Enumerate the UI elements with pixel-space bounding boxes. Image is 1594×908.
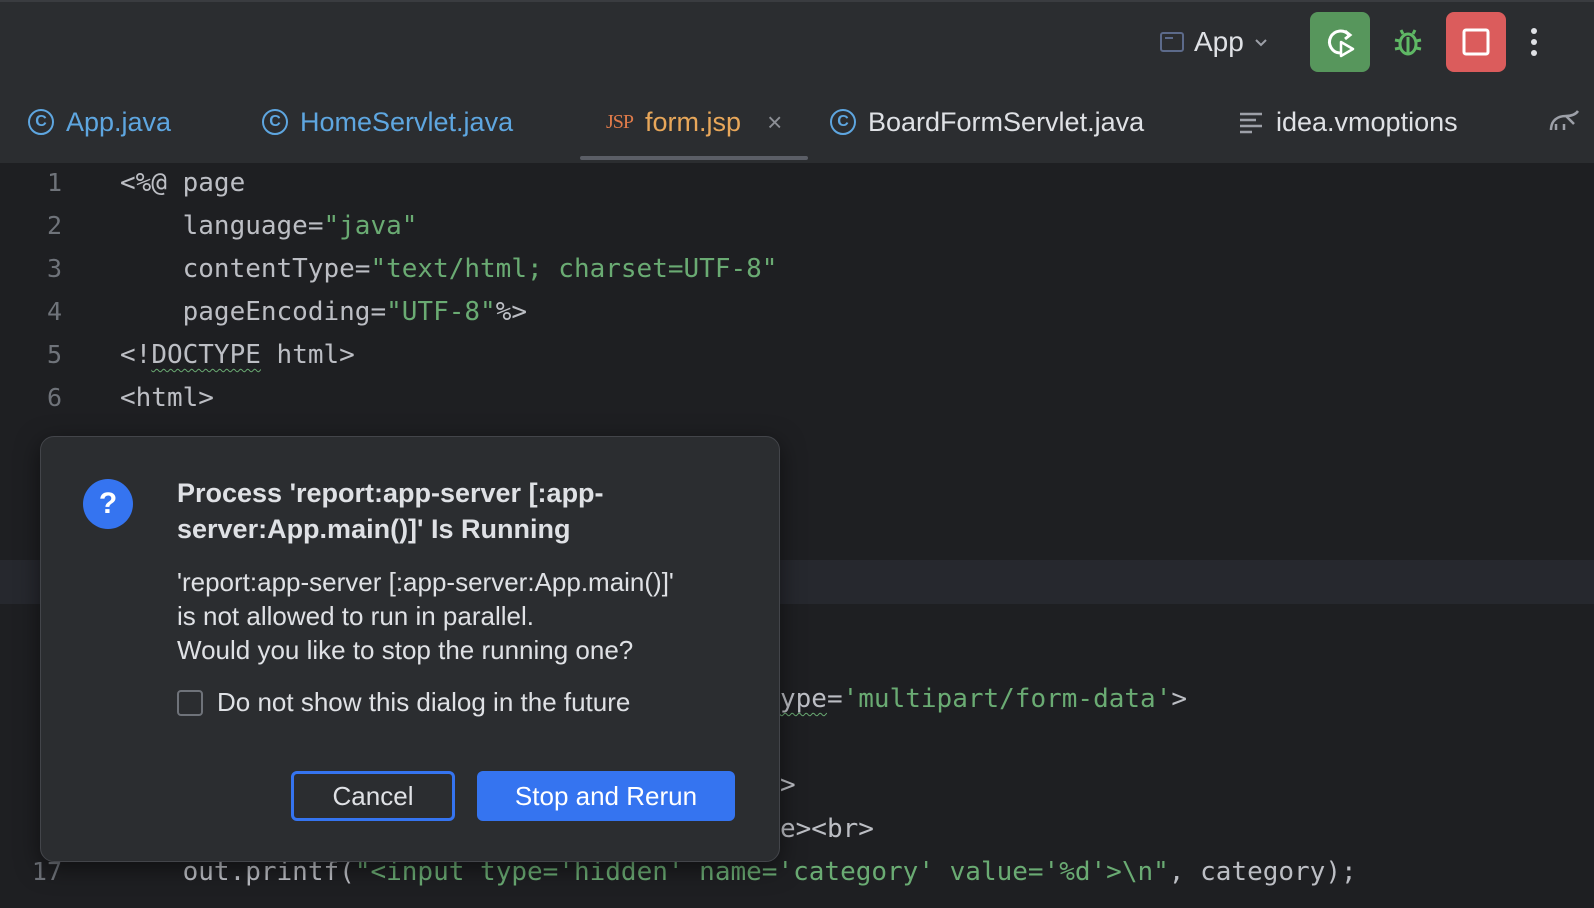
active-tab-indicator — [580, 156, 808, 160]
line-number: 6 — [46, 383, 62, 412]
class-icon: C — [830, 109, 856, 135]
rerun-icon — [1328, 29, 1355, 58]
code-line: contentType="text/html; charset=UTF-8" — [120, 254, 778, 284]
tab-label: HomeServlet.java — [300, 106, 514, 137]
code-line: <%@ page — [120, 168, 246, 198]
checkbox-label: Do not show this dialog in the future — [217, 687, 631, 717]
code-line: pageEncoding="UTF-8"%> — [120, 297, 527, 327]
line-number: 4 — [46, 297, 62, 326]
stop-button[interactable] — [1446, 12, 1506, 72]
code-line-partial: > — [780, 770, 796, 800]
code-line-partial: ype='multipart/form-data'> — [780, 684, 1188, 714]
editor-tab-bar: C App.java C HomeServlet.java JSP form.j… — [0, 80, 1594, 164]
line-number: 5 — [46, 340, 62, 369]
dialog-message-line: 'report:app-server [:app-server:App.main… — [177, 567, 674, 597]
more-options-button[interactable] — [1514, 12, 1554, 72]
class-icon: C — [262, 109, 288, 135]
rerun-button[interactable] — [1310, 12, 1370, 72]
class-icon: C — [28, 109, 54, 135]
code-line-partial: e><br> — [780, 814, 874, 844]
line-number: 3 — [46, 254, 62, 283]
run-config-selector[interactable]: App — [1160, 24, 1268, 60]
checkbox-box[interactable] — [177, 689, 203, 716]
jsp-icon: JSP — [606, 110, 634, 133]
do-not-show-checkbox[interactable]: Do not show this dialog in the future — [177, 687, 630, 718]
code-line: language="java" — [120, 211, 418, 241]
tab-label: form.jsp — [645, 106, 742, 137]
stop-and-rerun-button[interactable]: Stop and Rerun — [477, 771, 735, 821]
debug-bug-icon — [1394, 29, 1422, 56]
chevron-down-icon — [1255, 39, 1267, 47]
cancel-button[interactable]: Cancel — [291, 771, 455, 821]
tab-label: BoardFormServlet.java — [868, 106, 1145, 137]
code-line: <html> — [120, 383, 214, 413]
dialog-message-line: is not allowed to run in parallel. — [177, 601, 534, 631]
stop-icon — [1462, 28, 1490, 56]
close-icon[interactable]: × — [767, 107, 782, 138]
text-file-icon — [1240, 112, 1262, 134]
tab-homeservlet-java[interactable]: C HomeServlet.java — [262, 80, 513, 164]
tab-label: idea.vmoptions — [1276, 106, 1458, 137]
process-running-dialog: ? Process 'report:app-server [:app-serve… — [40, 436, 780, 862]
tab-idea-vmoptions[interactable]: idea.vmoptions — [1238, 80, 1458, 164]
line-number: 2 — [46, 211, 62, 240]
dialog-message-line: Would you like to stop the running one? — [177, 635, 634, 665]
config-icon — [1160, 32, 1184, 52]
tab-overflow[interactable] — [1548, 80, 1582, 164]
tab-boardformservlet-java[interactable]: C BoardFormServlet.java — [830, 80, 1144, 164]
dialog-message: 'report:app-server [:app-server:App.main… — [177, 565, 757, 667]
code-line: <!DOCTYPE html> — [120, 340, 355, 370]
main-toolbar: App — [0, 0, 1594, 80]
debug-button[interactable] — [1378, 12, 1438, 72]
tab-app-java[interactable]: C App.java — [28, 80, 171, 164]
dialog-title: Process 'report:app-server [:app-server:… — [177, 478, 604, 544]
run-config-label: App — [1194, 26, 1244, 57]
more-vertical-icon — [1531, 28, 1537, 56]
tab-label: App.java — [66, 106, 172, 137]
gradle-elephant-icon — [1549, 110, 1580, 131]
question-icon: ? — [83, 479, 133, 529]
line-number: 1 — [46, 168, 62, 197]
tab-form-jsp[interactable]: JSP form.jsp × — [606, 80, 782, 164]
